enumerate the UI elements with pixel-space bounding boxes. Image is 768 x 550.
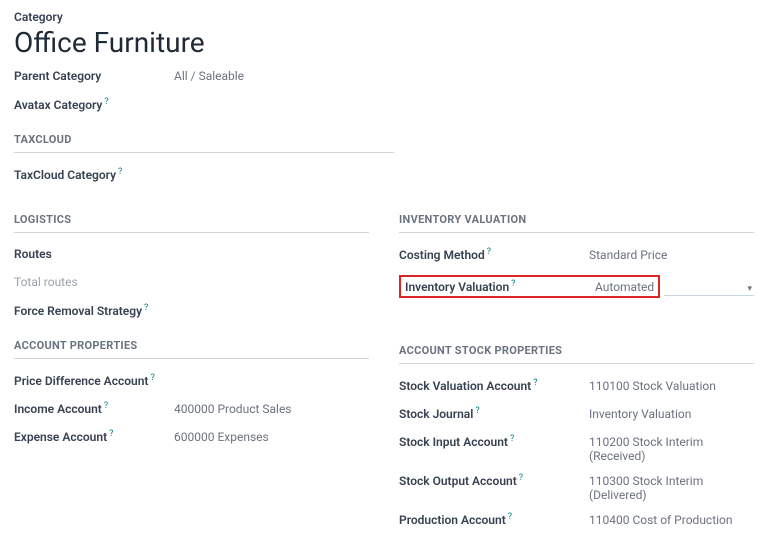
stock-valuation-row: Stock Valuation Account? 110100 Stock Va… <box>399 378 754 396</box>
income-value[interactable]: 400000 Product Sales <box>174 402 292 416</box>
stock-output-row: Stock Output Account? 110300 Stock Inter… <box>399 473 754 502</box>
price-diff-label: Price Difference Account? <box>14 373 174 388</box>
parent-category-value[interactable]: All / Saleable <box>174 69 244 83</box>
help-icon[interactable]: ? <box>104 401 108 411</box>
page-title: Office Furniture <box>14 26 754 59</box>
force-removal-label: Force Removal Strategy? <box>14 303 174 318</box>
help-icon[interactable]: ? <box>510 434 514 444</box>
help-icon[interactable]: ? <box>104 97 108 107</box>
stock-input-value[interactable]: 110200 Stock Interim (Received) <box>589 435 754 463</box>
avatax-row: Avatax Category? <box>14 97 754 115</box>
stock-output-value[interactable]: 110300 Stock Interim (Delivered) <box>589 474 754 502</box>
help-icon[interactable]: ? <box>118 167 122 177</box>
taxcloud-category-label: TaxCloud Category? <box>14 167 174 182</box>
help-icon[interactable]: ? <box>144 303 148 313</box>
expense-row: Expense Account? 600000 Expenses <box>14 429 369 447</box>
category-label: Category <box>14 10 754 24</box>
account-stock-header: ACCOUNT STOCK PROPERTIES <box>399 344 754 364</box>
income-row: Income Account? 400000 Product Sales <box>14 401 369 419</box>
expense-label: Expense Account? <box>14 429 174 444</box>
account-props-header: ACCOUNT PROPERTIES <box>14 339 369 359</box>
production-value[interactable]: 110400 Cost of Production <box>589 513 733 527</box>
help-icon[interactable]: ? <box>519 473 523 483</box>
stock-journal-label: Stock Journal? <box>399 406 589 421</box>
logistics-header: LOGISTICS <box>14 213 369 233</box>
help-icon[interactable]: ? <box>508 512 512 522</box>
income-label: Income Account? <box>14 401 174 416</box>
expense-value[interactable]: 600000 Expenses <box>174 430 269 444</box>
stock-journal-value[interactable]: Inventory Valuation <box>589 407 691 421</box>
production-row: Production Account? 110400 Cost of Produ… <box>399 512 754 530</box>
stock-input-label: Stock Input Account? <box>399 434 589 449</box>
stock-input-row: Stock Input Account? 110200 Stock Interi… <box>399 434 754 463</box>
inventory-valuation-value[interactable]: Automated <box>595 280 654 294</box>
help-icon[interactable]: ? <box>150 373 154 383</box>
costing-method-value[interactable]: Standard Price <box>589 248 667 262</box>
help-icon[interactable]: ? <box>487 247 491 257</box>
inventory-valuation-highlight: Inventory Valuation? Automated <box>399 275 660 298</box>
chevron-down-icon: ▾ <box>747 284 752 294</box>
taxcloud-category-row: TaxCloud Category? <box>14 167 754 185</box>
inv-val-header: INVENTORY VALUATION <box>399 213 754 233</box>
stock-valuation-label: Stock Valuation Account? <box>399 378 589 393</box>
inventory-valuation-row: Inventory Valuation? Automated ▾ <box>399 275 754 298</box>
force-removal-row: Force Removal Strategy? <box>14 303 369 321</box>
inventory-valuation-label: Inventory Valuation? <box>405 279 595 294</box>
total-routes-row: Total routes <box>14 275 369 293</box>
price-diff-row: Price Difference Account? <box>14 373 369 391</box>
total-routes-label: Total routes <box>14 275 174 289</box>
help-icon[interactable]: ? <box>533 378 537 388</box>
routes-label: Routes <box>14 247 174 261</box>
parent-category-label: Parent Category <box>14 69 174 83</box>
stock-journal-row: Stock Journal? Inventory Valuation <box>399 406 754 424</box>
help-icon[interactable]: ? <box>475 406 479 416</box>
stock-output-label: Stock Output Account? <box>399 473 589 488</box>
help-icon[interactable]: ? <box>511 279 515 289</box>
parent-category-row: Parent Category All / Saleable <box>14 69 754 87</box>
stock-valuation-value[interactable]: 110100 Stock Valuation <box>589 379 716 393</box>
taxcloud-header: TAXCLOUD <box>14 133 394 153</box>
inventory-valuation-dropdown[interactable]: ▾ <box>664 284 754 296</box>
help-icon[interactable]: ? <box>109 429 113 439</box>
routes-row: Routes <box>14 247 369 265</box>
costing-method-row: Costing Method? Standard Price <box>399 247 754 265</box>
avatax-label: Avatax Category? <box>14 97 174 112</box>
costing-method-label: Costing Method? <box>399 247 589 262</box>
production-label: Production Account? <box>399 512 589 527</box>
